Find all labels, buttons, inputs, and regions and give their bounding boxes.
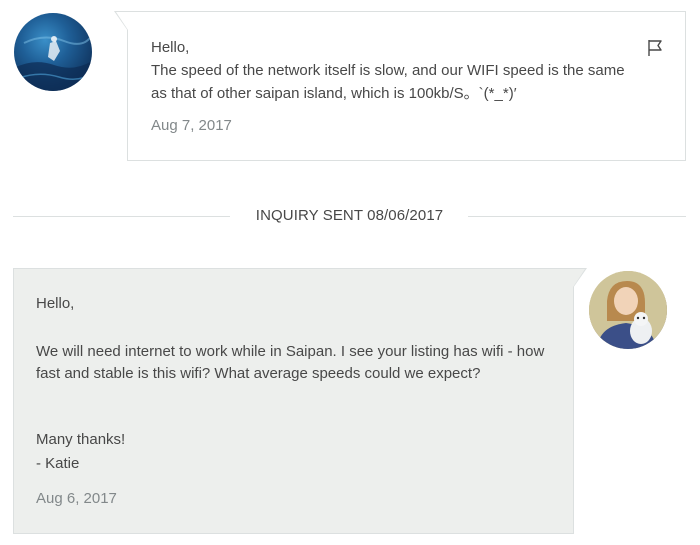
guest-message-date: Aug 6, 2017	[36, 490, 117, 507]
guest-message-closing: Many thanks!	[36, 431, 126, 448]
host-avatar[interactable]	[14, 13, 92, 91]
report-message-button[interactable]	[645, 38, 665, 58]
guest-message-greeting: Hello,	[36, 295, 75, 312]
guest-message-signature: - Katie	[36, 455, 80, 472]
guest-message-body: We will need internet to work while in S…	[36, 343, 545, 382]
host-message-date: Aug 7, 2017	[151, 117, 232, 134]
host-message-body: The speed of the network itself is slow,…	[151, 62, 625, 102]
guest-message-bubble: Hello, We will need internet to work whi…	[13, 268, 587, 534]
host-message-greeting: Hello,	[151, 39, 190, 56]
guest-avatar-image	[589, 271, 667, 349]
inquiry-sent-divider: INQUIRY SENT 08/06/2017	[13, 205, 686, 227]
host-message-text: Hello, The speed of the network itself i…	[151, 36, 641, 105]
host-avatar-image	[14, 34, 92, 91]
guest-avatar[interactable]	[589, 271, 667, 349]
flag-icon	[648, 40, 662, 56]
divider-line-right	[468, 216, 686, 217]
host-message-bubble: Hello, The speed of the network itself i…	[114, 11, 686, 161]
